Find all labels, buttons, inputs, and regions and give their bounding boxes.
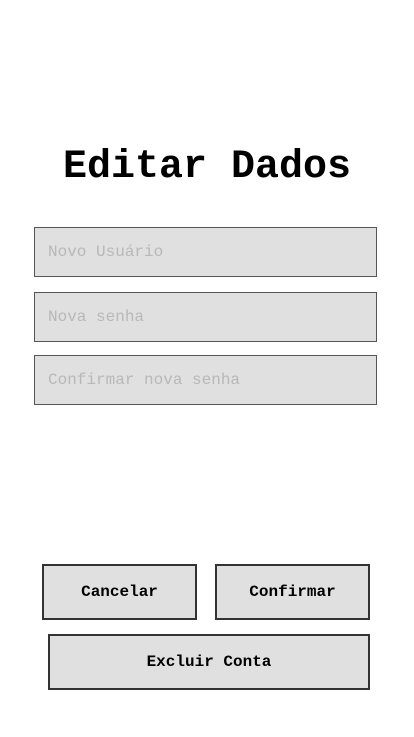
cancel-button[interactable]: Cancelar — [42, 564, 197, 620]
new-password-input[interactable] — [34, 292, 377, 342]
new-username-input[interactable] — [34, 227, 377, 277]
confirm-button[interactable]: Confirmar — [215, 564, 370, 620]
page-title: Editar Dados — [62, 145, 352, 190]
delete-account-button[interactable]: Excluir Conta — [48, 634, 370, 690]
confirm-new-password-input[interactable] — [34, 355, 377, 405]
